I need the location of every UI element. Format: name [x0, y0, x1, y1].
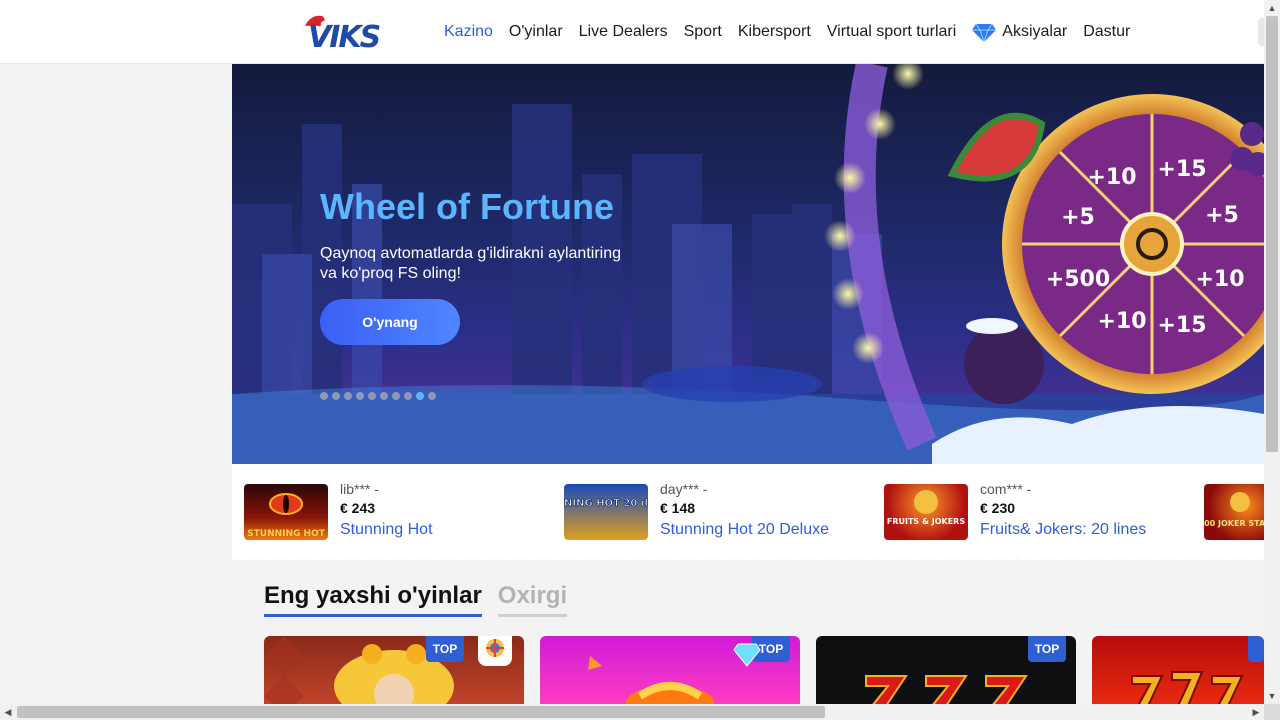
games-tabs: Eng yaxshi o'yinlar Oxirgi	[264, 582, 568, 617]
carousel-dot[interactable]	[416, 392, 424, 400]
winner-amount: € 243	[340, 500, 376, 516]
carousel-dot[interactable]	[332, 392, 340, 400]
wheel-label: +15	[1157, 313, 1206, 338]
nav-kibersport[interactable]: Kibersport	[730, 0, 819, 64]
scroll-right-arrow[interactable]: ▶	[1248, 704, 1264, 720]
carousel-dots	[320, 392, 436, 400]
scrollbar-corner	[1264, 704, 1280, 720]
banner-title: Wheel of Fortune	[320, 186, 614, 227]
provider-badge	[478, 636, 512, 666]
wheel-label: +5	[1205, 203, 1239, 228]
nav-oyinlar[interactable]: O'yinlar	[501, 0, 571, 64]
nav-kazino[interactable]: Kazino	[436, 0, 501, 64]
logo-text: VIKS	[308, 20, 381, 55]
strip-divider	[232, 558, 1264, 566]
winner-game-link[interactable]: Fruits& Jokers: 20 lines	[980, 518, 1146, 542]
winner-amount: € 148	[660, 500, 696, 516]
winner-item[interactable]: 100 JOKER STAXX	[1204, 484, 1264, 540]
scroll-left-arrow[interactable]: ◀	[0, 704, 16, 720]
carousel-dot[interactable]	[320, 392, 328, 400]
wheel-label: +10	[1195, 267, 1244, 292]
promo-banner: +10 +15 +5 +10 +15 +10 +500 +5 Wheel of …	[232, 64, 1264, 464]
carousel-dot[interactable]	[380, 392, 388, 400]
game-card[interactable]: TOP	[816, 636, 1076, 706]
winner-user: lib*** -	[340, 481, 379, 497]
top-header: VIKS Kazino O'yinlar Live Dealers Sport …	[0, 0, 1264, 64]
winner-user: com*** -	[980, 481, 1032, 497]
winner-item[interactable]: STUNNING HOT lib*** - € 243 Stunning Hot	[244, 481, 433, 542]
wheel-label: +10	[1087, 165, 1136, 190]
brand-logo[interactable]: VIKS	[302, 12, 394, 55]
top-badge: TOP	[426, 636, 464, 662]
wheel-label: +10	[1097, 309, 1146, 334]
wheel-label: +15	[1157, 157, 1206, 182]
game-thumbnail: FRUITS & JOKERS	[884, 484, 968, 540]
carousel-dot[interactable]	[404, 392, 412, 400]
carousel-dot[interactable]	[356, 392, 364, 400]
horizontal-scroll-thumb[interactable]	[17, 706, 825, 718]
nav-virtual-sport[interactable]: Virtual sport turlari	[819, 0, 965, 64]
winner-item[interactable]: FRUITS & JOKERS com*** - € 230 Fruits& J…	[884, 481, 1146, 542]
vertical-scroll-thumb[interactable]	[1266, 16, 1278, 452]
wheel-icon	[486, 639, 504, 657]
game-thumbnail: STUNNING HOT	[244, 484, 328, 540]
carousel-dot[interactable]	[344, 392, 352, 400]
thumbnail-text: STUNNING HOT	[247, 529, 326, 539]
game-card[interactable]: TOP	[540, 636, 800, 706]
carousel-dot[interactable]	[368, 392, 376, 400]
wheel-label: +500	[1046, 267, 1110, 292]
game-thumbnail: STUNNING HOT 20 deluxe	[564, 484, 648, 540]
tab-recent[interactable]: Oxirgi	[497, 582, 568, 617]
banner-description: Qaynoq avtomatlarda g'ildirakni aylantir…	[320, 245, 621, 282]
winner-user: day*** -	[660, 481, 708, 497]
scroll-up-arrow[interactable]: ▲	[1264, 0, 1280, 16]
game-card[interactable]	[1092, 636, 1264, 706]
winner-game-link[interactable]: Stunning Hot	[340, 518, 433, 542]
thumbnail-text: STUNNING HOT 20 deluxe	[564, 498, 648, 509]
diamond-icon	[733, 643, 761, 667]
diamond-icon	[972, 23, 997, 42]
carousel-dot[interactable]	[392, 392, 400, 400]
main-nav: Kazino O'yinlar Live Dealers Sport Kiber…	[436, 0, 1138, 64]
nav-aksiyalar[interactable]: Aksiyalar	[964, 0, 1075, 64]
top-badge: TOP	[1028, 636, 1066, 662]
scroll-down-arrow[interactable]: ▼	[1264, 688, 1280, 704]
thumbnail-text: FRUITS & JOKERS	[887, 517, 965, 526]
winner-amount: € 230	[980, 500, 1016, 516]
carousel-dot[interactable]	[428, 392, 436, 400]
winner-game-link[interactable]: Stunning Hot 20 Deluxe	[660, 518, 829, 542]
thumbnail-text: 100 JOKER STAXX	[1204, 519, 1264, 528]
wheel-label: +5	[1061, 205, 1095, 230]
winner-item[interactable]: STUNNING HOT 20 deluxe day*** - € 148 St…	[564, 481, 829, 542]
nav-live-dealers[interactable]: Live Dealers	[571, 0, 676, 64]
nav-sport[interactable]: Sport	[676, 0, 730, 64]
nav-aksiyalar-label: Aksiyalar	[1002, 23, 1068, 40]
tab-best-games[interactable]: Eng yaxshi o'yinlar	[264, 582, 482, 617]
banner-play-button[interactable]: O'ynang	[320, 299, 460, 345]
game-thumbnail: 100 JOKER STAXX	[1204, 484, 1264, 540]
top-badge	[1248, 636, 1264, 662]
nav-dastur[interactable]: Dastur	[1075, 0, 1138, 64]
game-card-art	[1131, 671, 1244, 706]
game-card[interactable]: TOP	[264, 636, 524, 706]
recent-winners: STUNNING HOT lib*** - € 243 Stunning Hot…	[232, 464, 1264, 560]
